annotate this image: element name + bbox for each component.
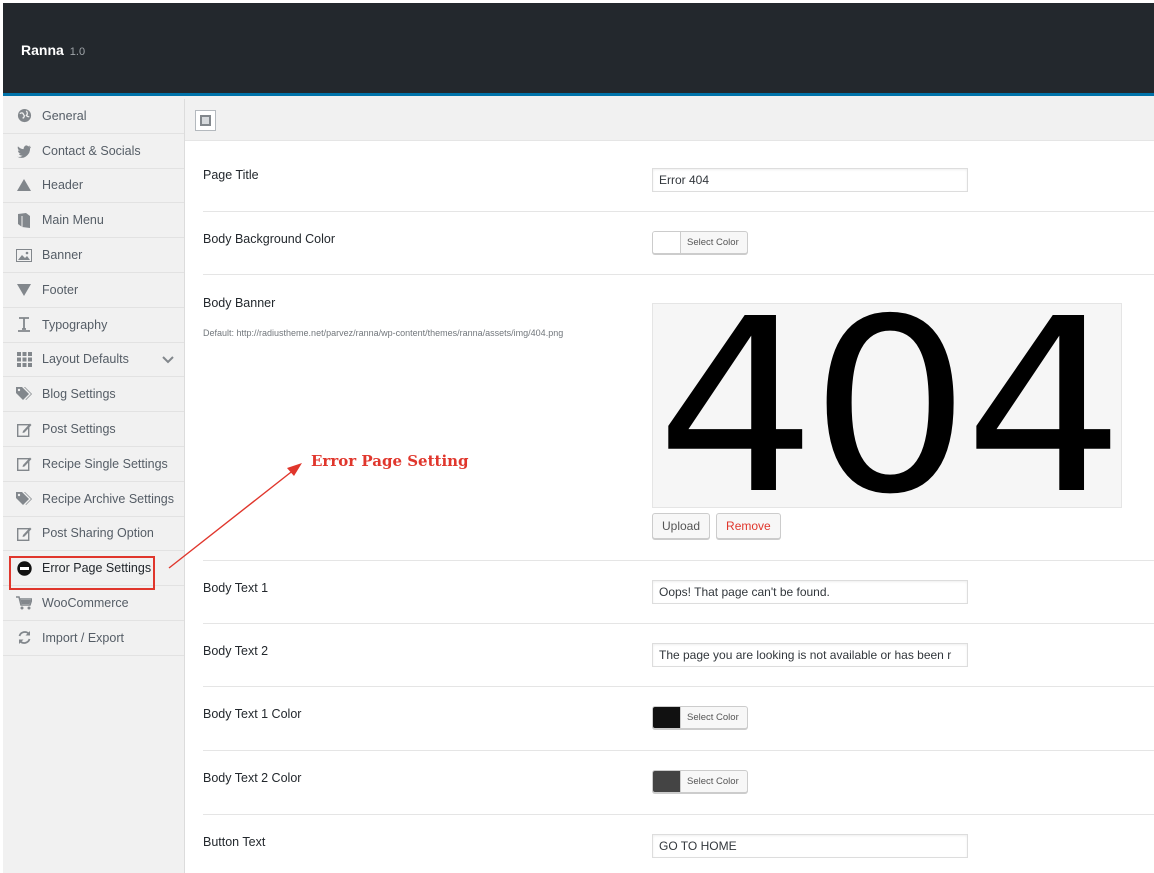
- triangle-down-icon: [15, 281, 33, 299]
- annotation-label: Error Page Setting: [311, 452, 469, 470]
- sidebar-item-main-menu[interactable]: Main Menu: [3, 203, 184, 239]
- sidebar-item-label: Contact & Socials: [42, 143, 141, 158]
- color-swatch: [653, 771, 681, 792]
- chevron-down-icon[interactable]: [162, 353, 174, 367]
- field-body-banner: Body Banner Default: http://radiustheme.…: [203, 275, 1154, 561]
- body-text-1-input[interactable]: Oops! That page can't be found.: [652, 580, 968, 604]
- sidebar-item-label: Layout Defaults: [42, 352, 129, 367]
- sidebar-item-banner[interactable]: Banner: [3, 238, 184, 273]
- app-version: 1.0: [69, 46, 86, 58]
- edit-icon: [15, 524, 33, 542]
- field-body-text-2: Body Text 2 The page you are looking is …: [203, 624, 1154, 687]
- banner-image-text: 404: [655, 303, 1121, 508]
- panel-toolbar: [185, 99, 1154, 141]
- cart-icon: [15, 594, 33, 612]
- body-text-2-input[interactable]: The page you are looking is not availabl…: [652, 643, 968, 667]
- field-page-title: Page Title Error 404: [203, 142, 1154, 212]
- color-swatch: [653, 707, 681, 728]
- layout-icon: [200, 115, 211, 126]
- layout-toggle-button[interactable]: [195, 110, 216, 131]
- sidebar-item-typography[interactable]: Typography: [3, 308, 184, 343]
- sidebar-item-label: Post Sharing Option: [42, 526, 154, 541]
- sidebar-item-label: Import / Export: [42, 630, 124, 645]
- body-text-1-color-picker[interactable]: Select Color: [652, 706, 748, 729]
- sidebar-item-layout-defaults[interactable]: Layout Defaults: [3, 343, 184, 378]
- settings-panel: Page Title Error 404 Body Background Col…: [185, 99, 1154, 873]
- image-icon: [15, 246, 33, 264]
- grid-icon: [15, 350, 33, 368]
- brand: Ranna 1.0: [21, 42, 85, 58]
- upload-button[interactable]: Upload: [652, 513, 711, 539]
- sidebar-item-blog-settings[interactable]: Blog Settings: [3, 377, 184, 413]
- sidebar-item-label: Banner: [42, 248, 83, 263]
- field-label: Body Text 1: [203, 581, 269, 595]
- select-color-label: Select Color: [687, 776, 739, 787]
- book-icon: [15, 211, 33, 229]
- sidebar-item-recipe-single-settings[interactable]: Recipe Single Settings: [3, 447, 184, 482]
- sidebar-item-label: Recipe Archive Settings: [42, 491, 175, 506]
- sidebar-item-label: WooCommerce: [42, 596, 129, 611]
- button-text-input[interactable]: GO TO HOME: [652, 834, 968, 858]
- field-body-background-color: Body Background Color Select Color: [203, 212, 1154, 275]
- edit-icon: [15, 420, 33, 438]
- sidebar-item-recipe-archive-settings[interactable]: Recipe Archive Settings: [3, 482, 184, 517]
- field-body-text-1: Body Text 1 Oops! That page can't be fou…: [203, 561, 1154, 624]
- sidebar-item-label: Header: [42, 178, 83, 193]
- body-text-2-color-picker[interactable]: Select Color: [652, 770, 748, 793]
- field-label: Body Text 2 Color: [203, 771, 302, 785]
- sidebar-item-label: Post Settings: [42, 422, 116, 437]
- field-body-text-1-color: Body Text 1 Color Select Color: [203, 687, 1154, 751]
- sidebar-item-post-sharing-option[interactable]: Post Sharing Option: [3, 517, 184, 552]
- sidebar-item-label: Footer: [42, 282, 79, 297]
- field-label: Body Text 1 Color: [203, 707, 302, 721]
- remove-button[interactable]: Remove: [716, 513, 781, 539]
- body-bg-color-picker[interactable]: Select Color: [652, 231, 748, 254]
- select-color-label: Select Color: [687, 712, 739, 723]
- sidebar-item-general[interactable]: General: [3, 99, 184, 134]
- sidebar-item-footer[interactable]: Footer: [3, 273, 184, 308]
- sidebar-item-import-export[interactable]: Import / Export: [3, 621, 184, 656]
- app-name: Ranna: [21, 42, 64, 58]
- field-label: Body Text 2: [203, 644, 269, 658]
- tags-icon: [15, 385, 33, 403]
- color-swatch: [653, 232, 681, 253]
- sidebar-item-label: Blog Settings: [42, 387, 116, 402]
- page-title-input[interactable]: Error 404: [652, 168, 968, 192]
- banner-preview-image: 404: [652, 303, 1122, 508]
- sidebar-item-error-page-settings[interactable]: Error Page Settings: [3, 551, 184, 587]
- settings-frame: Ranna 1.0 General Contact & Socials Heade…: [3, 3, 1154, 873]
- field-label: Body Background Color: [203, 232, 336, 246]
- sidebar-item-header[interactable]: Header: [3, 169, 184, 204]
- sidebar-item-woocommerce[interactable]: WooCommerce: [3, 586, 184, 621]
- field-button-text: Button Text GO TO HOME: [203, 815, 1154, 873]
- default-banner-url: Default: http://radiustheme.net/parvez/r…: [203, 328, 564, 338]
- edit-icon: [15, 455, 33, 473]
- field-label: Button Text: [203, 835, 266, 849]
- select-color-label: Select Color: [687, 237, 739, 248]
- sidebar-item-post-settings[interactable]: Post Settings: [3, 412, 184, 447]
- sidebar-nav: General Contact & Socials Header Main Me…: [3, 99, 185, 873]
- triangle-up-icon: [15, 176, 33, 194]
- sidebar-item-label: Typography: [42, 317, 108, 332]
- globe-icon: [15, 107, 33, 125]
- field-label: Body Banner: [203, 296, 276, 310]
- field-body-text-2-color: Body Text 2 Color Select Color: [203, 751, 1154, 815]
- sidebar-item-contact-socials[interactable]: Contact & Socials: [3, 134, 184, 169]
- sidebar-item-label: General: [42, 108, 87, 123]
- sidebar-item-label: Main Menu: [42, 213, 104, 228]
- refresh-icon: [15, 629, 33, 647]
- sidebar-item-label: Error Page Settings: [42, 561, 152, 576]
- sidebar-item-label: Recipe Single Settings: [42, 456, 168, 471]
- twitter-icon: [15, 142, 33, 160]
- field-label: Page Title: [203, 168, 259, 182]
- minus-circle-icon: [15, 559, 33, 577]
- top-bar: Ranna 1.0: [3, 3, 1154, 96]
- tags-icon: [15, 490, 33, 508]
- text-icon: [15, 316, 33, 334]
